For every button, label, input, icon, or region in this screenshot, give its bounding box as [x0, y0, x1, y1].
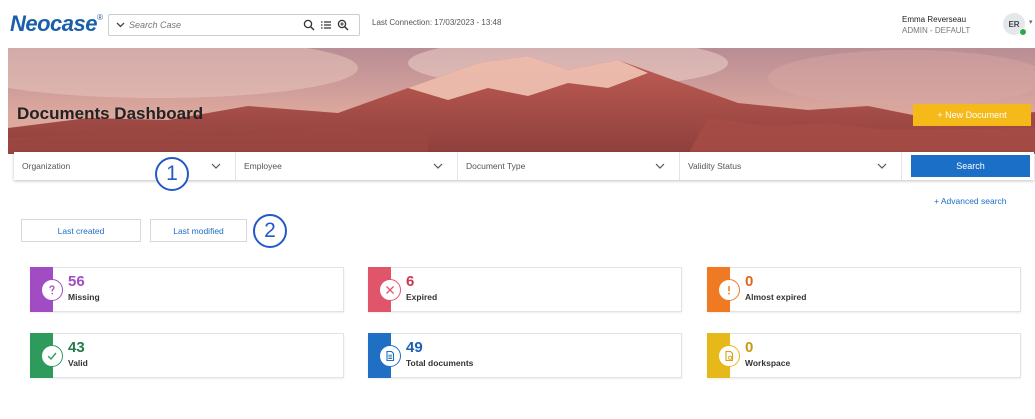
- card-value: 0: [745, 339, 754, 356]
- mountain-banner-image: [8, 48, 1035, 154]
- card-value: 49: [406, 339, 423, 356]
- zoom-in-icon[interactable]: [336, 18, 350, 32]
- card-value: 6: [406, 273, 415, 290]
- chevron-down-icon: [877, 163, 889, 169]
- user-role: ADMIN - DEFAULT: [902, 26, 971, 35]
- document-icon: [379, 345, 401, 367]
- card-label: Missing: [68, 292, 100, 302]
- filter-organization[interactable]: Organization: [14, 152, 236, 180]
- case-search-box: [108, 14, 360, 36]
- last-connection-text: Last Connection: 17/03/2023 - 13:48: [372, 18, 502, 27]
- filter-employee[interactable]: Employee: [236, 152, 458, 180]
- filter-label: Employee: [244, 161, 282, 171]
- stat-card-missing[interactable]: 56 Missing: [30, 267, 344, 312]
- card-label: Workspace: [745, 358, 791, 368]
- user-name: Emma Reverseau: [902, 15, 967, 24]
- search-button[interactable]: Search: [911, 155, 1030, 177]
- avatar[interactable]: ER: [1003, 13, 1027, 36]
- card-label: Expired: [406, 292, 438, 302]
- stat-card-total-documents[interactable]: 49 Total documents: [368, 333, 682, 378]
- tab-last-created[interactable]: Last created: [21, 219, 141, 242]
- avatar-initials: ER: [1008, 19, 1020, 29]
- search-case-input[interactable]: [129, 20, 299, 30]
- filter-label: Validity Status: [688, 161, 742, 171]
- new-document-button[interactable]: + New Document: [913, 104, 1031, 126]
- card-value: 43: [68, 339, 85, 356]
- chevron-down-icon: [116, 22, 124, 28]
- stat-card-expired[interactable]: 6 Expired: [368, 267, 682, 312]
- page-title: Documents Dashboard: [17, 104, 204, 123]
- user-info[interactable]: Emma Reverseau ADMIN - DEFAULT: [902, 14, 970, 36]
- card-value: 56: [68, 273, 85, 290]
- stat-card-almost-expired[interactable]: 0 Almost expired: [707, 267, 1021, 312]
- filter-document-type[interactable]: Document Type: [458, 152, 680, 180]
- filter-label: Document Type: [466, 161, 526, 171]
- cross-icon: [379, 279, 401, 301]
- card-value: 0: [745, 273, 754, 290]
- chevron-down-icon: [211, 163, 223, 169]
- stat-card-workspace[interactable]: 0 Workspace: [707, 333, 1021, 378]
- card-label: Valid: [68, 358, 88, 368]
- annotation-marker-1: 1: [155, 157, 189, 191]
- top-bar: Neocase® Last Connection: 17/03/2023 - 1…: [0, 0, 1035, 48]
- user-menu-caret-icon[interactable]: ▾: [1029, 18, 1033, 26]
- advanced-search-link[interactable]: + Advanced search: [934, 196, 1007, 206]
- card-label: Almost expired: [745, 292, 807, 302]
- chevron-down-icon: [655, 163, 667, 169]
- logo-registered-mark: ®: [97, 13, 103, 22]
- online-status-dot: [1019, 28, 1027, 36]
- tab-last-modified[interactable]: Last modified: [150, 219, 247, 242]
- card-label: Total documents: [406, 358, 474, 368]
- filter-validity-status[interactable]: Validity Status: [680, 152, 902, 180]
- list-icon[interactable]: [319, 18, 333, 32]
- question-icon: [41, 279, 63, 301]
- check-icon: [41, 345, 63, 367]
- stat-card-valid[interactable]: 43 Valid: [30, 333, 344, 378]
- dashboard-banner: [8, 48, 1035, 154]
- workspace-doc-icon: [718, 345, 740, 367]
- logo-text: Neocase: [10, 11, 98, 36]
- chevron-down-icon: [433, 163, 445, 169]
- search-scope-dropdown[interactable]: [113, 15, 127, 35]
- exclamation-icon: [718, 279, 740, 301]
- search-icon[interactable]: [302, 18, 316, 32]
- neocase-logo[interactable]: Neocase®: [10, 11, 103, 37]
- annotation-marker-2: 2: [253, 214, 287, 248]
